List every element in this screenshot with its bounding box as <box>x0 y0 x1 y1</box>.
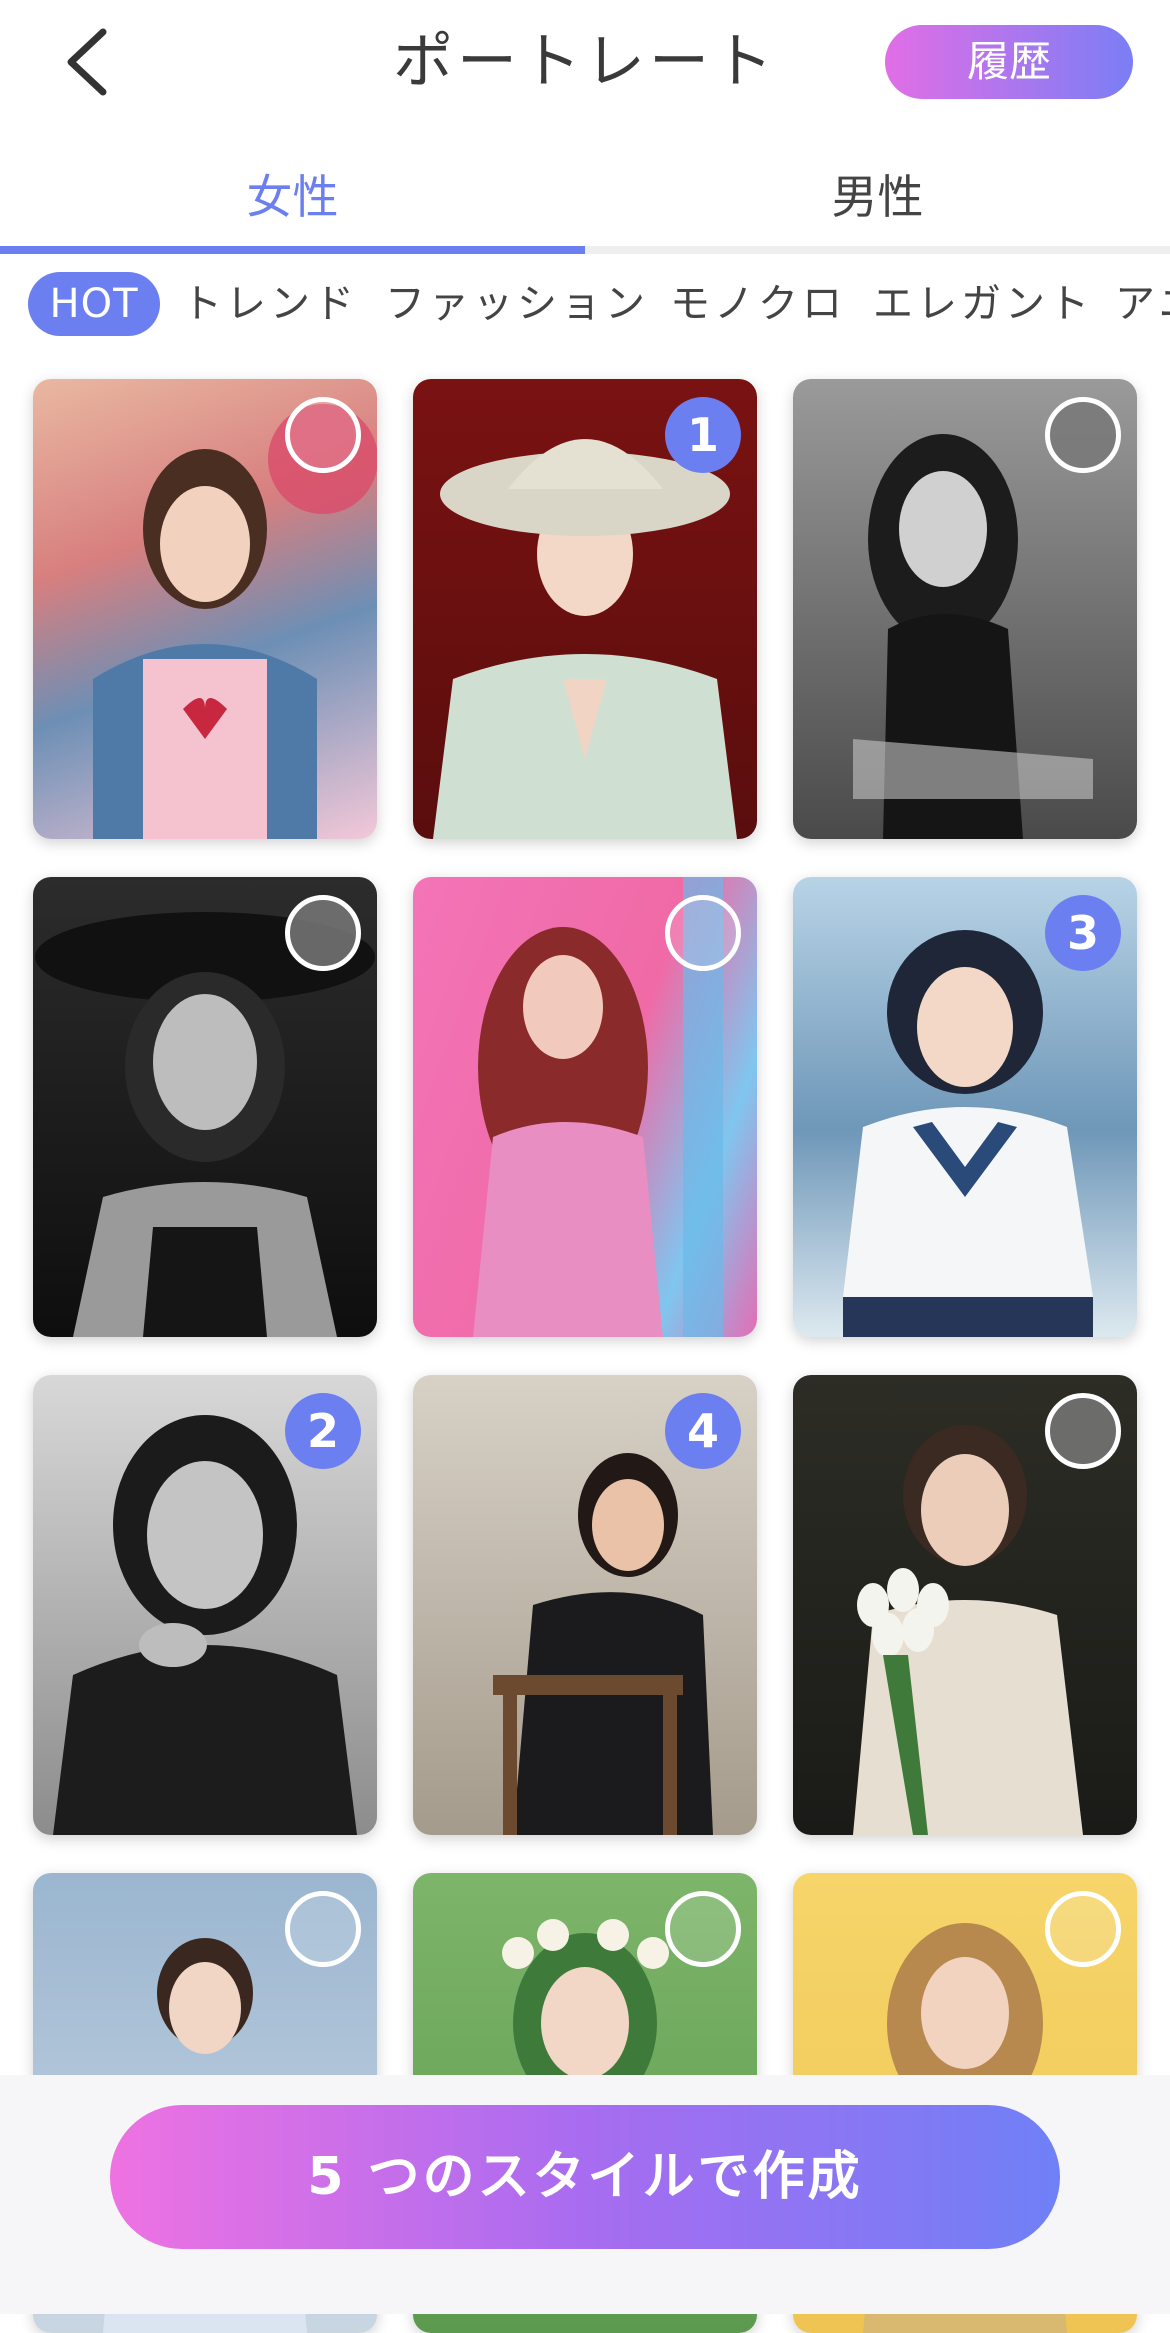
selection-indicator[interactable]: 3 <box>1045 895 1121 971</box>
tab-female[interactable]: 女性 <box>0 150 585 244</box>
selection-indicator[interactable] <box>285 397 361 473</box>
category-chip-monochrome[interactable]: モノクロ <box>670 272 846 336</box>
category-chips: HOT トレンド ファッション モノクロ エレガント アニ <box>0 272 1170 340</box>
history-button[interactable]: 履歴 <box>885 25 1133 99</box>
selection-indicator[interactable]: 4 <box>665 1393 741 1469</box>
style-card[interactable] <box>793 1375 1137 1835</box>
style-card[interactable] <box>33 877 377 1337</box>
category-chip-elegant[interactable]: エレガント <box>873 272 1093 336</box>
selection-indicator[interactable] <box>1045 1891 1121 1967</box>
category-chip-hot[interactable]: HOT <box>28 272 160 336</box>
category-chip-anime[interactable]: アニ <box>1115 272 1170 336</box>
create-button[interactable]: 5 つのスタイルで作成 <box>110 2105 1060 2249</box>
style-card[interactable]: 3 <box>793 877 1137 1337</box>
style-card[interactable] <box>793 379 1137 839</box>
selection-indicator[interactable]: 1 <box>665 397 741 473</box>
category-chip-fashion[interactable]: ファッション <box>385 272 649 336</box>
selection-indicator[interactable] <box>1045 397 1121 473</box>
selection-indicator[interactable] <box>285 895 361 971</box>
tab-male[interactable]: 男性 <box>585 150 1170 244</box>
category-chip-trend[interactable]: トレンド <box>182 272 358 336</box>
header: ポートレート 履歴 <box>0 0 1170 130</box>
tab-active-indicator <box>0 246 585 254</box>
style-card[interactable]: 2 <box>33 1375 377 1835</box>
selection-indicator[interactable] <box>285 1891 361 1967</box>
selection-indicator[interactable] <box>665 895 741 971</box>
style-card[interactable] <box>33 379 377 839</box>
style-grid: 1 3 2 4 <box>0 375 1170 2333</box>
selection-indicator[interactable] <box>1045 1393 1121 1469</box>
gender-tabs: 女性 男性 <box>0 150 1170 254</box>
style-card[interactable]: 4 <box>413 1375 757 1835</box>
style-card[interactable] <box>413 877 757 1337</box>
selection-indicator[interactable]: 2 <box>285 1393 361 1469</box>
selection-indicator[interactable] <box>665 1891 741 1967</box>
style-card[interactable]: 1 <box>413 379 757 839</box>
